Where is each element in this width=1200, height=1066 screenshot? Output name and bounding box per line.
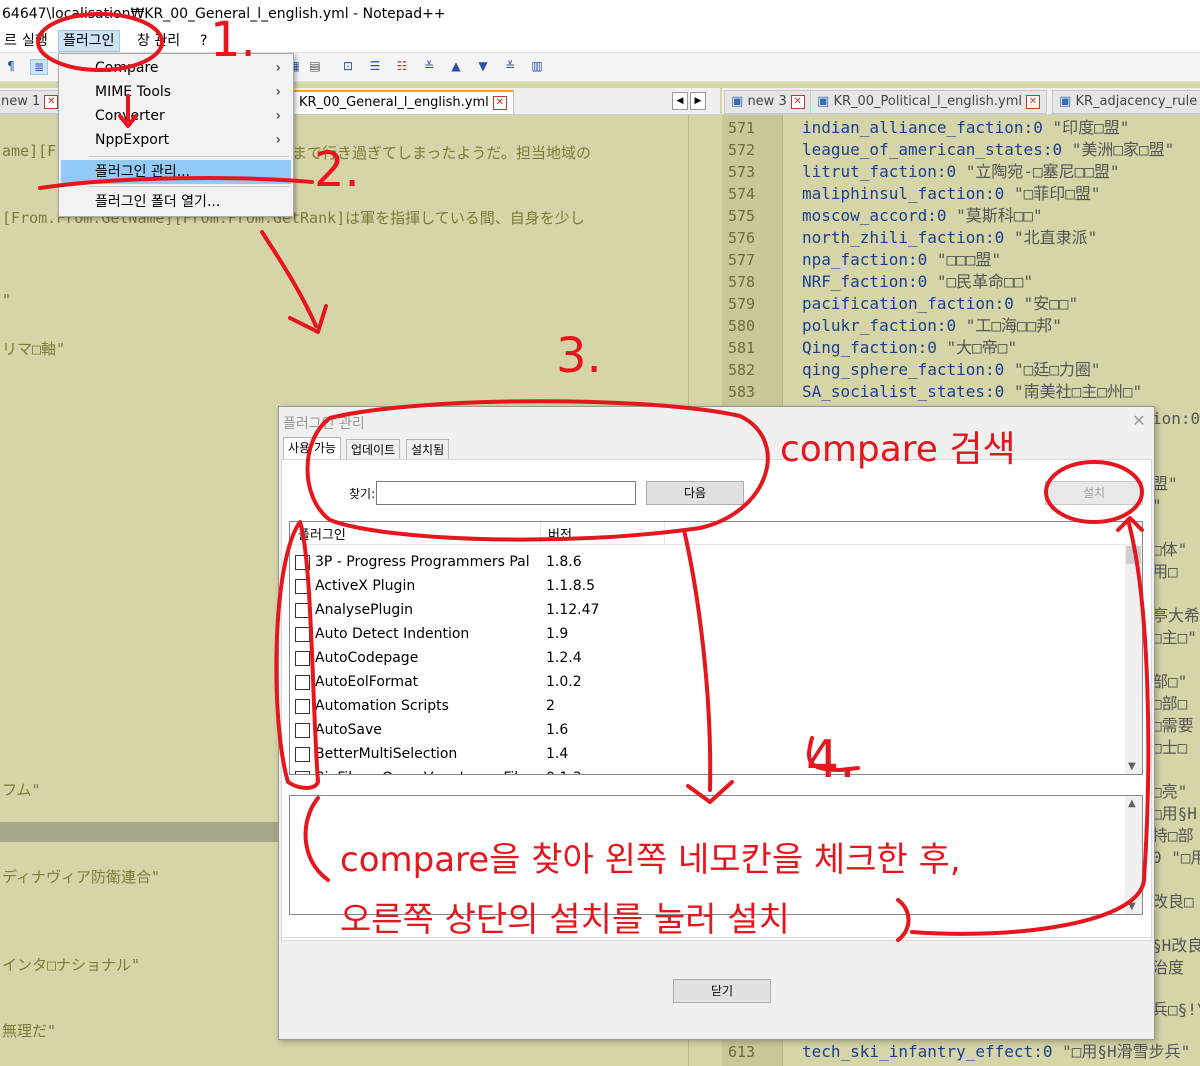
circle-plugins-menu	[36, 12, 164, 72]
underline-plugin-admin	[38, 176, 314, 190]
annotation-instruction-2: 오른쪽 상단의 설치를 눌러 설치	[340, 900, 790, 940]
bracket-left	[303, 796, 330, 882]
annotation-step-1: 1.	[210, 12, 256, 68]
arrow-to-dialog	[260, 230, 318, 328]
annotation-search-note: compare 검색	[780, 429, 1016, 470]
annotation-step-4: 4.	[806, 730, 856, 790]
annotation-instruction-1: compare을 찾아 왼쪽 네모칸을 체크한 후,	[340, 840, 961, 880]
bracket-right	[896, 898, 911, 942]
circle-search-area	[305, 399, 770, 542]
circle-install-button	[1044, 460, 1144, 524]
arrow-down-list	[682, 528, 713, 792]
circle-checkbox-column	[274, 520, 320, 790]
annotation-step-2: 2.	[314, 142, 360, 198]
annotation-step-3: 3.	[556, 328, 602, 384]
